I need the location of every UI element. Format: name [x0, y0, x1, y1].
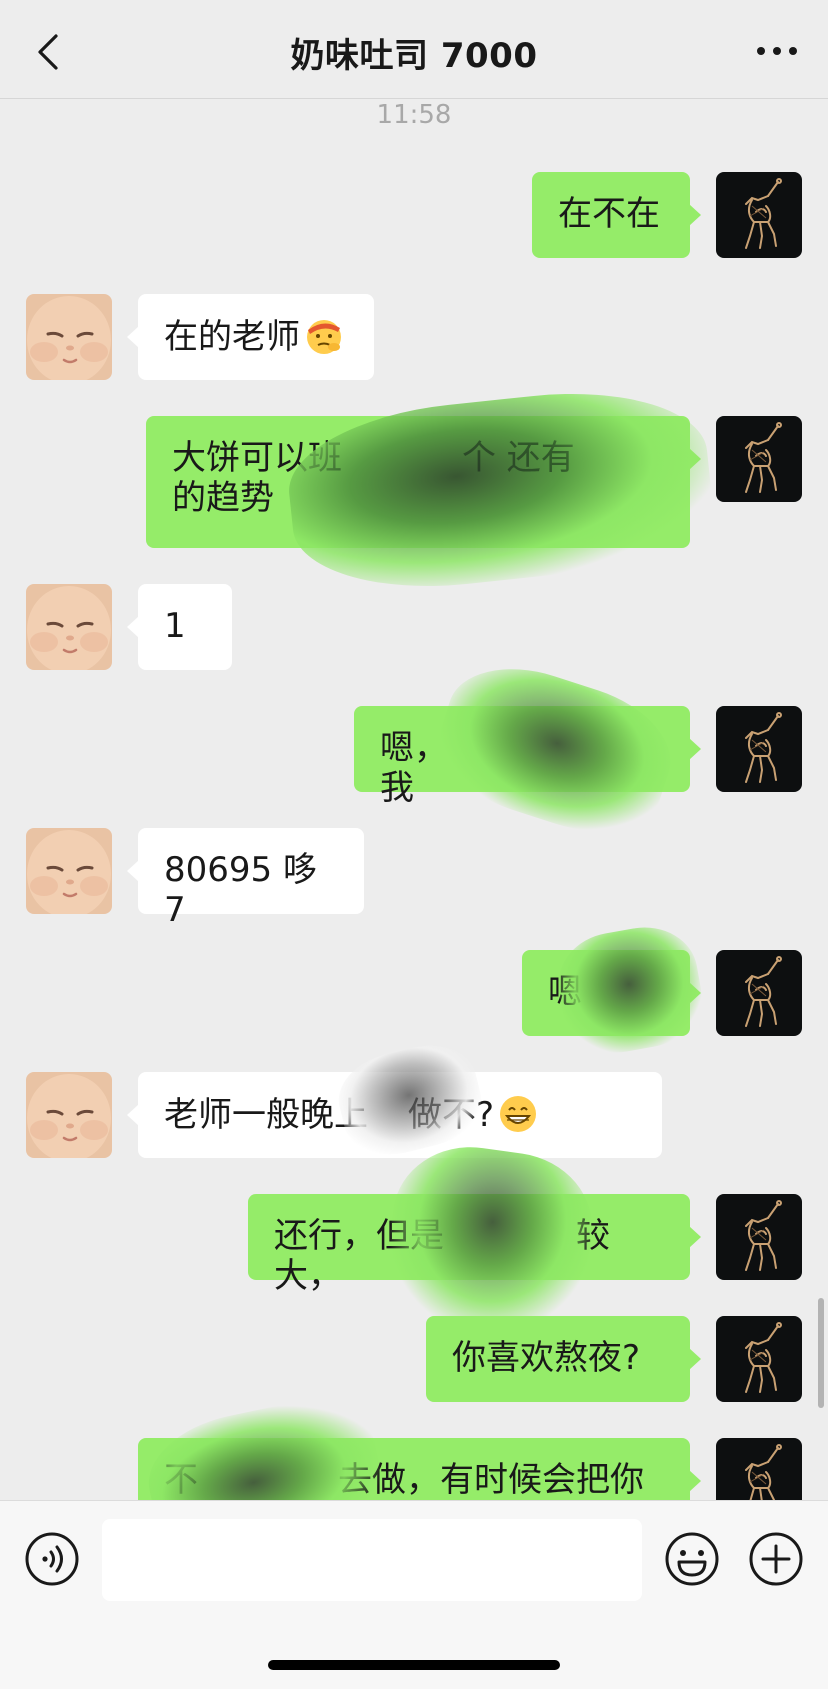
- message-input[interactable]: [102, 1519, 642, 1601]
- message-text: 去做，有时候会把你: [338, 1460, 644, 1500]
- my-avatar[interactable]: [716, 1438, 802, 1500]
- horse-avatar-icon: [716, 1438, 802, 1500]
- scrollbar[interactable]: [818, 1298, 824, 1408]
- home-indicator[interactable]: [268, 1660, 560, 1670]
- message-text: 不: [164, 1460, 198, 1500]
- plus-circle-icon: [749, 1532, 803, 1586]
- emoji-button[interactable]: [664, 1531, 720, 1587]
- more-actions-button[interactable]: [748, 1531, 804, 1587]
- message-list-clip: 不 去做，有时候会把你: [0, 0, 828, 1500]
- voice-button[interactable]: [24, 1531, 80, 1587]
- voice-icon: [25, 1532, 79, 1586]
- message-bubble-mine[interactable]: 不 去做，有时候会把你: [138, 1438, 701, 1500]
- smiley-icon: [665, 1532, 719, 1586]
